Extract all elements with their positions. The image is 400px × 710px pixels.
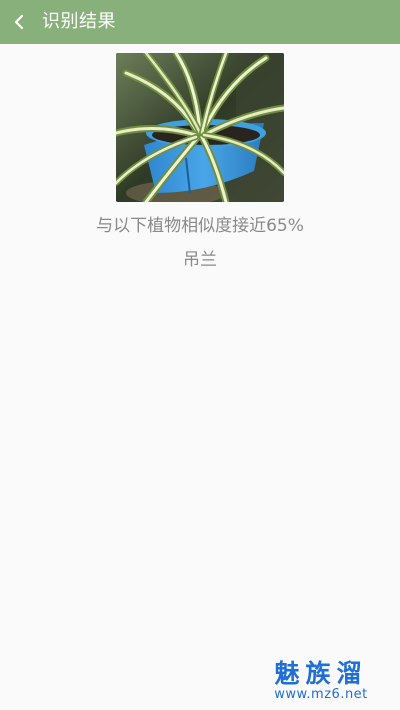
watermark-url: www.mz6.net xyxy=(274,687,368,702)
page-title: 识别结果 xyxy=(42,11,116,32)
similarity-text: 与以下植物相似度接近65% xyxy=(96,216,304,236)
watermark-logo: 魅族溜 www.mz6.net xyxy=(256,660,386,702)
plant-name[interactable]: 吊兰 xyxy=(0,248,400,272)
chevron-left-icon xyxy=(14,14,24,30)
header-bar: 识别结果 xyxy=(0,0,400,44)
back-button[interactable] xyxy=(0,0,40,44)
plant-photo xyxy=(116,53,284,202)
watermark-title: 魅族溜 xyxy=(274,659,368,688)
